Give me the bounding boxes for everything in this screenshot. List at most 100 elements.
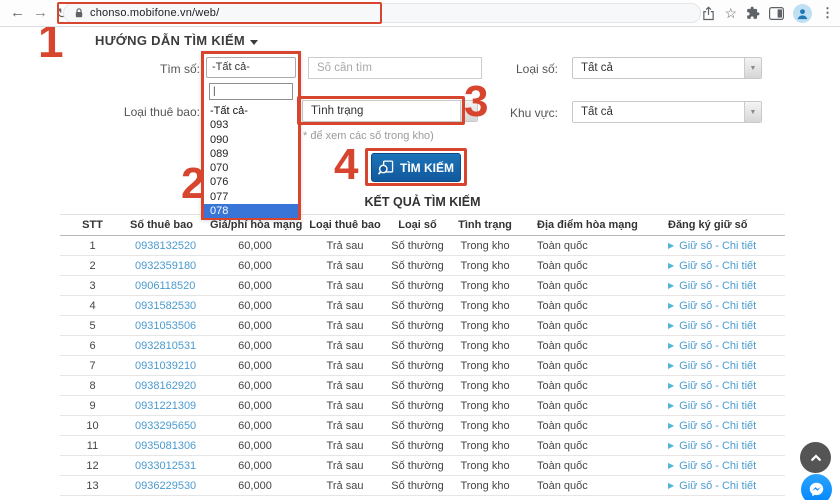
phone-link[interactable]: 0931582530: [135, 300, 196, 312]
table-header-row: STT Số thuê bao Giá/phí hòa mạng Loại thuê …: [60, 214, 785, 236]
column-header: Loại số: [390, 214, 445, 236]
action-cell: ▶ Giữ số - Chi tiết: [650, 435, 785, 456]
stt-cell: 6: [60, 335, 125, 356]
phone-link[interactable]: 0933012531: [135, 460, 196, 472]
table-row: 4 0931582530 60,000 Trả sau Số thường Trong k…: [60, 295, 785, 316]
phone-cell: 0938132520: [125, 235, 210, 256]
status-cell: Trong kho: [445, 255, 525, 276]
browser-menu-icon[interactable]: ⋮: [821, 5, 834, 21]
region-label: Khu vực:: [509, 106, 558, 120]
keep-number-detail-link[interactable]: Giữ số - Chi tiết: [679, 300, 756, 312]
status-cell: Trong kho: [445, 435, 525, 456]
number-type-value: Tất cả: [581, 62, 613, 74]
phone-link[interactable]: 0931221309: [135, 400, 196, 412]
dropdown-option[interactable]: 076: [204, 175, 298, 189]
search-button[interactable]: TÌM KIẾM: [371, 153, 461, 182]
keep-number-detail-link[interactable]: Giữ số - Chi tiết: [679, 440, 756, 452]
scroll-to-top-button[interactable]: [800, 442, 831, 473]
phone-cell: 0931053506: [125, 315, 210, 336]
phone-link[interactable]: 0935081306: [135, 440, 196, 452]
url-text[interactable]: chonso.mobifone.vn/web/: [90, 7, 219, 19]
phone-link[interactable]: 0938162920: [135, 380, 196, 392]
keep-number-detail-link[interactable]: Giữ số - Chi tiết: [679, 460, 756, 472]
keep-number-detail-link[interactable]: Giữ số - Chi tiết: [679, 420, 756, 432]
phone-link[interactable]: 0933295650: [135, 420, 196, 432]
side-panel-icon[interactable]: [769, 6, 784, 20]
prefix-select[interactable]: -Tất cả-: [206, 57, 296, 78]
stt-cell: 2: [60, 255, 125, 276]
extensions-puzzle-icon[interactable]: [746, 6, 760, 20]
action-cell: ▶ Giữ số - Chi tiết: [650, 255, 785, 276]
phone-link[interactable]: 0906118520: [135, 280, 195, 292]
status-cell: Trong kho: [445, 475, 525, 496]
keep-number-detail-link[interactable]: Giữ số - Chi tiết: [679, 240, 756, 252]
table-row: 3 0906118520 60,000 Trả sau Số thường Trong k…: [60, 275, 785, 296]
action-cell: ▶ Giữ số - Chi tiết: [650, 315, 785, 336]
action-cell: ▶ Giữ số - Chi tiết: [650, 375, 785, 396]
bookmark-star-icon[interactable]: ☆: [724, 5, 737, 22]
annotation-step-2: 2: [181, 159, 206, 208]
region-cell: Toàn quốc: [525, 235, 650, 256]
messenger-icon: [807, 480, 826, 499]
number-type-cell: Số thường: [390, 335, 445, 356]
dropdown-option[interactable]: 077: [204, 190, 298, 204]
status-select[interactable]: Tình trạng ▼: [302, 100, 478, 122]
number-type-cell: Số thường: [390, 255, 445, 276]
keep-number-detail-link[interactable]: Giữ số - Chi tiết: [679, 400, 756, 412]
forward-icon[interactable]: →: [33, 3, 48, 23]
keep-number-detail-link[interactable]: Giữ số - Chi tiết: [679, 380, 756, 392]
phone-link[interactable]: 0938132520: [135, 240, 196, 252]
stt-cell: 9: [60, 395, 125, 416]
table-row: 1 0938132520 60,000 Trả sau Số thường Trong k…: [60, 235, 785, 256]
keep-number-detail-link[interactable]: Giữ số - Chi tiết: [679, 340, 756, 352]
triangle-icon: ▶: [668, 260, 675, 270]
phone-cell: 0932359180: [125, 255, 210, 276]
keep-number-detail-link[interactable]: Giữ số - Chi tiết: [679, 320, 756, 332]
dropdown-option[interactable]: 090: [204, 133, 298, 147]
keep-number-detail-link[interactable]: Giữ số - Chi tiết: [679, 260, 756, 272]
region-select[interactable]: Tất cả ▼: [572, 101, 762, 123]
region-value: Tất cả: [581, 106, 613, 118]
chevron-up-icon: [809, 451, 823, 465]
triangle-icon: ▶: [668, 360, 675, 370]
page-title[interactable]: HƯỚNG DẪN TÌM KIẾM: [95, 33, 259, 48]
triangle-icon: ▶: [668, 460, 675, 470]
keep-number-detail-link[interactable]: Giữ số - Chi tiết: [679, 360, 756, 372]
status-cell: Trong kho: [445, 315, 525, 336]
price-cell: 60,000: [210, 435, 300, 456]
results-table: STT Số thuê bao Giá/phí hòa mạng Loại thuê …: [60, 214, 785, 496]
stt-cell: 1: [60, 235, 125, 256]
stt-cell: 8: [60, 375, 125, 396]
number-type-select[interactable]: Tất cả ▼: [572, 57, 762, 79]
profile-avatar[interactable]: [793, 3, 812, 23]
dropdown-option[interactable]: 093: [204, 118, 298, 132]
back-icon[interactable]: ←: [10, 3, 25, 23]
phone-link[interactable]: 0936229530: [135, 480, 196, 492]
stt-cell: 12: [60, 455, 125, 476]
address-bar[interactable]: chonso.mobifone.vn/web/: [63, 3, 701, 23]
keep-number-detail-link[interactable]: Giữ số - Chi tiết: [679, 480, 756, 492]
subscriber-type-cell: Trả sau: [300, 255, 390, 276]
dropdown-option[interactable]: 078: [204, 204, 298, 219]
region-cell: Toàn quốc: [525, 275, 650, 296]
dropdown-option[interactable]: 089: [204, 147, 298, 161]
price-cell: 60,000: [210, 295, 300, 316]
share-icon[interactable]: [702, 5, 715, 21]
number-type-cell: Số thường: [390, 455, 445, 476]
phone-link[interactable]: 0932810531: [135, 340, 196, 352]
keep-number-detail-link[interactable]: Giữ số - Chi tiết: [679, 280, 756, 292]
dropdown-filter-input[interactable]: |: [209, 83, 293, 100]
search-number-input[interactable]: [308, 57, 482, 79]
subscriber-type-cell: Trả sau: [300, 395, 390, 416]
dropdown-option[interactable]: -Tất cả-: [204, 104, 298, 118]
browser-toolbar: ← → ↻ chonso.mobifone.vn/web/ ☆ ⋮: [0, 0, 840, 27]
phone-cell: 0931221309: [125, 395, 210, 416]
dropdown-option[interactable]: 070: [204, 161, 298, 175]
region-cell: Toàn quốc: [525, 295, 650, 316]
phone-link[interactable]: 0931053506: [135, 320, 196, 332]
messenger-chat-button[interactable]: [801, 474, 832, 500]
triangle-icon: ▶: [668, 280, 675, 290]
phone-link[interactable]: 0931039210: [135, 360, 196, 372]
status-value: Tình trạng: [311, 105, 364, 117]
phone-link[interactable]: 0932359180: [135, 260, 196, 272]
